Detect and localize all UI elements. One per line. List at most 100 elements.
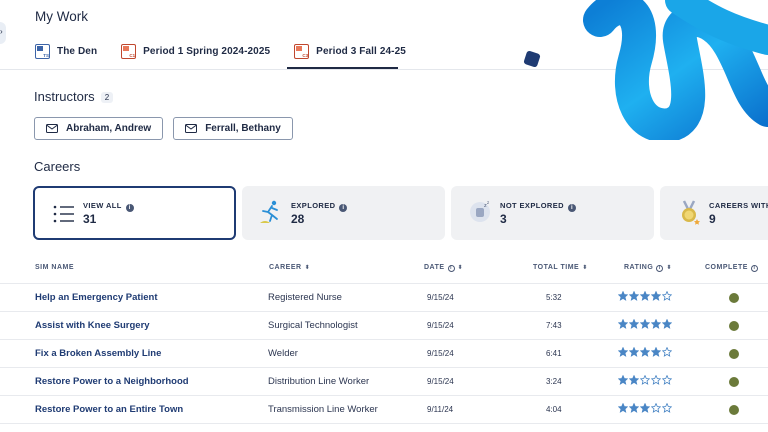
star-empty-icon <box>651 403 661 413</box>
info-icon: i <box>656 265 664 272</box>
instructor-list: Abraham, Andrew Ferrall, Bethany <box>34 117 293 140</box>
instructors-count-badge: 2 <box>100 92 114 104</box>
star-filled-icon <box>662 319 672 329</box>
star-rating <box>618 291 672 301</box>
career-filter-cards: VIEW ALL i 31 EXPLORED i 28 z z NOT EXPLOR… <box>33 186 768 240</box>
table-row: Assist with Knee Surgery Surgical Techno… <box>0 311 768 339</box>
star-empty-icon <box>662 375 672 385</box>
list-icon <box>53 205 74 223</box>
date-cell: 9/11/24 <box>427 405 454 414</box>
class-tabs: TS The Den C1 Period 1 Spring 2024-2025 … <box>35 42 430 60</box>
complete-indicator <box>729 377 739 387</box>
sim-link[interactable]: Restore Power to a Neighborhood <box>35 376 189 387</box>
card-careers-with-4[interactable]: CAREERS WITH 4 9 <box>660 186 768 240</box>
star-empty-icon <box>662 291 672 301</box>
star-empty-icon <box>662 403 672 413</box>
table-row: Fix a Broken Assembly Line Welder 9/15/2… <box>0 339 768 367</box>
envelope-icon <box>185 124 198 133</box>
instructors-title: Instructors <box>34 89 95 104</box>
class-icon: C3 <box>294 43 310 59</box>
header-complete[interactable]: COMPLETE i <box>705 264 758 272</box>
careers-heading: Careers <box>34 159 81 174</box>
class-icon: TS <box>35 43 50 59</box>
star-filled-icon <box>640 347 650 357</box>
date-cell: 9/15/24 <box>427 293 454 302</box>
instructor-name: Ferrall, Bethany <box>205 123 281 134</box>
header-rating[interactable]: RATING i ⬍ <box>624 264 672 272</box>
info-icon: i <box>125 204 134 212</box>
tab-period-1[interactable]: C1 Period 1 Spring 2024-2025 <box>121 42 270 60</box>
tab-label: Period 3 Fall 24-25 <box>316 45 406 57</box>
decorative-square <box>523 50 541 68</box>
side-panel-toggle[interactable]: › <box>0 22 6 44</box>
table-row: Restore Power to an Entire Town Transmis… <box>0 395 768 423</box>
header-divider <box>0 69 768 70</box>
complete-indicator <box>729 321 739 331</box>
star-filled-icon <box>629 347 639 357</box>
sort-icon: ⬍ <box>457 265 464 271</box>
card-view-all[interactable]: VIEW ALL i 31 <box>33 186 236 240</box>
tab-the-den[interactable]: TS The Den <box>35 42 97 60</box>
envelope-icon <box>46 124 58 133</box>
tab-period-3[interactable]: C3 Period 3 Fall 24-25 <box>294 42 406 60</box>
instructor-button-ferrall[interactable]: Ferrall, Bethany <box>173 117 293 140</box>
star-empty-icon <box>662 347 672 357</box>
career-cell: Welder <box>268 348 298 359</box>
star-filled-icon <box>629 403 639 413</box>
star-filled-icon <box>618 319 628 329</box>
star-filled-icon <box>651 347 661 357</box>
career-cell: Surgical Technologist <box>268 320 358 331</box>
sim-link[interactable]: Restore Power to an Entire Town <box>35 404 183 415</box>
header-sim-name: SIM NAME <box>35 264 74 271</box>
header-date[interactable]: DATE i ⬍ <box>424 264 463 272</box>
star-filled-icon <box>618 291 628 301</box>
star-filled-icon <box>651 291 661 301</box>
star-rating <box>618 347 672 357</box>
page-title: My Work <box>35 9 88 24</box>
card-label: CAREERS WITH 4 <box>709 201 768 210</box>
sleep-icon: z z <box>470 200 490 222</box>
table-row <box>0 423 768 432</box>
card-not-explored[interactable]: z z NOT EXPLORED i 3 <box>451 186 654 240</box>
date-cell: 9/15/24 <box>427 377 454 386</box>
star-filled-icon <box>618 375 628 385</box>
star-filled-icon <box>618 347 628 357</box>
table-row: Help an Emergency Patient Registered Nur… <box>0 283 768 311</box>
time-cell: 6:41 <box>546 349 562 358</box>
star-rating <box>618 319 672 329</box>
info-icon: i <box>750 265 758 272</box>
time-cell: 3:24 <box>546 377 562 386</box>
time-cell: 5:32 <box>546 293 562 302</box>
card-explored[interactable]: EXPLORED i 28 <box>242 186 445 240</box>
tab-label: Period 1 Spring 2024-2025 <box>143 45 271 57</box>
star-filled-icon <box>629 319 639 329</box>
info-icon: i <box>567 204 576 212</box>
sort-icon: ⬍ <box>582 265 588 271</box>
header-total-time[interactable]: TOTAL TIME ⬍ <box>533 264 588 271</box>
sim-link[interactable]: Assist with Knee Surgery <box>35 320 150 331</box>
star-filled-icon <box>640 319 650 329</box>
info-icon: i <box>447 265 455 272</box>
star-filled-icon <box>618 403 628 413</box>
runner-icon <box>260 200 278 223</box>
star-empty-icon <box>651 375 661 385</box>
star-filled-icon <box>629 375 639 385</box>
star-empty-icon <box>640 375 650 385</box>
instructor-button-abraham[interactable]: Abraham, Andrew <box>34 117 164 140</box>
instructor-name: Abraham, Andrew <box>66 123 152 134</box>
card-count: 28 <box>291 212 305 226</box>
svg-text:z: z <box>487 200 489 205</box>
star-rating <box>618 375 672 385</box>
sim-link[interactable]: Help an Emergency Patient <box>35 292 157 303</box>
medal-icon <box>682 200 700 225</box>
sort-icon: ⬍ <box>666 265 672 271</box>
card-count: 3 <box>500 212 507 226</box>
decorative-swirl <box>583 0 768 140</box>
sim-link[interactable]: Fix a Broken Assembly Line <box>35 348 161 359</box>
star-rating <box>618 403 672 413</box>
time-cell: 7:43 <box>546 321 562 330</box>
star-filled-icon <box>651 319 661 329</box>
card-label: EXPLORED i <box>291 201 348 212</box>
header-career[interactable]: CAREER ⬍ <box>269 264 310 271</box>
date-cell: 9/15/24 <box>427 349 454 358</box>
